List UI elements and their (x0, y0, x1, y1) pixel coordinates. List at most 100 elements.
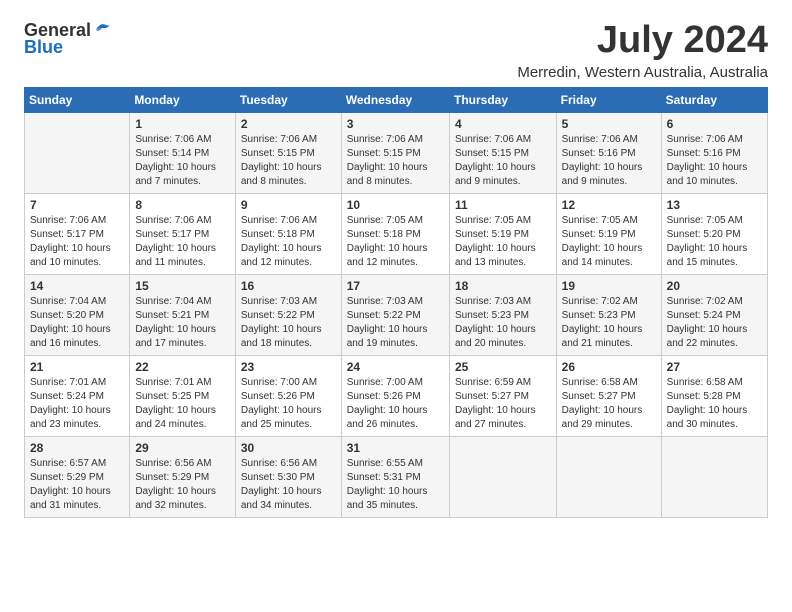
calendar-cell: 7 Sunrise: 7:06 AM Sunset: 5:17 PM Daylig… (25, 193, 130, 274)
day-number: 7 (30, 198, 124, 212)
day-number: 11 (455, 198, 551, 212)
calendar-cell: 1 Sunrise: 7:06 AM Sunset: 5:14 PM Daylig… (130, 112, 236, 193)
day-number: 9 (241, 198, 336, 212)
calendar-cell: 27 Sunrise: 6:58 AM Sunset: 5:28 PM Dayli… (661, 355, 767, 436)
calendar-cell: 4Sunrise: 7:06 AM Sunset: 5:15 PM Daylig… (449, 112, 556, 193)
calendar-cell: 25Sunrise: 6:59 AM Sunset: 5:27 PM Dayli… (449, 355, 556, 436)
day-info: Sunrise: 6:56 AM Sunset: 5:30 PM Dayligh… (241, 457, 336, 513)
day-info: Sunrise: 6:58 AM Sunset: 5:28 PM Dayligh… (667, 376, 762, 432)
calendar-cell: 9 Sunrise: 7:06 AM Sunset: 5:18 PM Daylig… (235, 193, 341, 274)
day-info: Sunrise: 7:03 AM Sunset: 5:22 PM Dayligh… (241, 295, 336, 351)
logo-bird-icon (92, 20, 114, 38)
calendar-cell (556, 436, 661, 517)
calendar-cell: 21Sunrise: 7:01 AM Sunset: 5:24 PM Dayli… (25, 355, 130, 436)
day-info: Sunrise: 6:56 AM Sunset: 5:29 PM Dayligh… (135, 457, 230, 513)
calendar-cell (449, 436, 556, 517)
day-number: 12 (562, 198, 656, 212)
day-info: Sunrise: 7:05 AM Sunset: 5:20 PM Dayligh… (667, 214, 762, 270)
calendar-cell: 29 Sunrise: 6:56 AM Sunset: 5:29 PM Dayli… (130, 436, 236, 517)
day-number: 20 (667, 279, 762, 293)
day-info: Sunrise: 7:06 AM Sunset: 5:17 PM Dayligh… (30, 214, 124, 270)
calendar-cell: 12 Sunrise: 7:05 AM Sunset: 5:19 PM Dayli… (556, 193, 661, 274)
day-number: 22 (135, 360, 230, 374)
day-number: 26 (562, 360, 656, 374)
col-header-thursday: Thursday (449, 87, 556, 112)
col-header-saturday: Saturday (661, 87, 767, 112)
day-number: 18 (455, 279, 551, 293)
day-info: Sunrise: 7:04 AM Sunset: 5:21 PM Dayligh… (135, 295, 230, 351)
calendar-cell (661, 436, 767, 517)
day-number: 19 (562, 279, 656, 293)
day-info: Sunrise: 7:05 AM Sunset: 5:19 PM Dayligh… (455, 214, 551, 270)
week-row-2: 7 Sunrise: 7:06 AM Sunset: 5:17 PM Daylig… (25, 193, 768, 274)
col-header-sunday: Sunday (25, 87, 130, 112)
week-row-1: 1 Sunrise: 7:06 AM Sunset: 5:14 PM Daylig… (25, 112, 768, 193)
day-number: 27 (667, 360, 762, 374)
day-info: Sunrise: 6:58 AM Sunset: 5:27 PM Dayligh… (562, 376, 656, 432)
day-info: Sunrise: 7:06 AM Sunset: 5:17 PM Dayligh… (135, 214, 230, 270)
calendar-cell: 24Sunrise: 7:00 AM Sunset: 5:26 PM Dayli… (341, 355, 449, 436)
calendar-header-row: SundayMondayTuesdayWednesdayThursdayFrid… (25, 87, 768, 112)
day-info: Sunrise: 6:59 AM Sunset: 5:27 PM Dayligh… (455, 376, 551, 432)
day-info: Sunrise: 7:00 AM Sunset: 5:26 PM Dayligh… (241, 376, 336, 432)
calendar-cell: 17 Sunrise: 7:03 AM Sunset: 5:22 PM Dayli… (341, 274, 449, 355)
calendar-cell: 3 Sunrise: 7:06 AM Sunset: 5:15 PM Daylig… (341, 112, 449, 193)
calendar-cell: 30 Sunrise: 6:56 AM Sunset: 5:30 PM Dayli… (235, 436, 341, 517)
calendar-cell: 15 Sunrise: 7:04 AM Sunset: 5:21 PM Dayli… (130, 274, 236, 355)
calendar-cell: 6 Sunrise: 7:06 AM Sunset: 5:16 PM Daylig… (661, 112, 767, 193)
day-info: Sunrise: 7:05 AM Sunset: 5:19 PM Dayligh… (562, 214, 656, 270)
month-title: July 2024 (517, 20, 768, 62)
day-number: 5 (562, 117, 656, 131)
day-number: 3 (347, 117, 444, 131)
calendar-cell: 10 Sunrise: 7:05 AM Sunset: 5:18 PM Dayli… (341, 193, 449, 274)
day-number: 2 (241, 117, 336, 131)
calendar-cell: 28 Sunrise: 6:57 AM Sunset: 5:29 PM Dayli… (25, 436, 130, 517)
calendar-cell: 11 Sunrise: 7:05 AM Sunset: 5:19 PM Dayli… (449, 193, 556, 274)
day-number: 17 (347, 279, 444, 293)
calendar-cell: 16 Sunrise: 7:03 AM Sunset: 5:22 PM Dayli… (235, 274, 341, 355)
day-number: 16 (241, 279, 336, 293)
page-header: General Blue July 2024 Merredin, Western… (24, 20, 768, 81)
calendar-cell: 2 Sunrise: 7:06 AM Sunset: 5:15 PM Daylig… (235, 112, 341, 193)
logo: General Blue (24, 20, 114, 58)
day-info: Sunrise: 7:00 AM Sunset: 5:26 PM Dayligh… (347, 376, 444, 432)
day-info: Sunrise: 7:06 AM Sunset: 5:15 PM Dayligh… (455, 133, 551, 189)
col-header-friday: Friday (556, 87, 661, 112)
calendar-cell (25, 112, 130, 193)
location-label: Merredin, Western Australia, Australia (517, 64, 768, 81)
calendar-cell: 5 Sunrise: 7:06 AM Sunset: 5:16 PM Daylig… (556, 112, 661, 193)
calendar-cell: 23 Sunrise: 7:00 AM Sunset: 5:26 PM Dayli… (235, 355, 341, 436)
day-info: Sunrise: 6:55 AM Sunset: 5:31 PM Dayligh… (347, 457, 444, 513)
calendar-cell: 22Sunrise: 7:01 AM Sunset: 5:25 PM Dayli… (130, 355, 236, 436)
day-number: 14 (30, 279, 124, 293)
day-number: 30 (241, 441, 336, 455)
day-number: 21 (30, 360, 124, 374)
calendar-cell: 13 Sunrise: 7:05 AM Sunset: 5:20 PM Dayli… (661, 193, 767, 274)
day-info: Sunrise: 7:03 AM Sunset: 5:22 PM Dayligh… (347, 295, 444, 351)
day-info: Sunrise: 7:06 AM Sunset: 5:18 PM Dayligh… (241, 214, 336, 270)
day-info: Sunrise: 6:57 AM Sunset: 5:29 PM Dayligh… (30, 457, 124, 513)
day-number: 31 (347, 441, 444, 455)
day-info: Sunrise: 7:03 AM Sunset: 5:23 PM Dayligh… (455, 295, 551, 351)
day-number: 10 (347, 198, 444, 212)
day-info: Sunrise: 7:02 AM Sunset: 5:24 PM Dayligh… (667, 295, 762, 351)
day-info: Sunrise: 7:05 AM Sunset: 5:18 PM Dayligh… (347, 214, 444, 270)
col-header-monday: Monday (130, 87, 236, 112)
day-info: Sunrise: 7:06 AM Sunset: 5:14 PM Dayligh… (135, 133, 230, 189)
day-info: Sunrise: 7:06 AM Sunset: 5:15 PM Dayligh… (241, 133, 336, 189)
day-info: Sunrise: 7:06 AM Sunset: 5:16 PM Dayligh… (562, 133, 656, 189)
day-number: 23 (241, 360, 336, 374)
week-row-4: 21Sunrise: 7:01 AM Sunset: 5:24 PM Dayli… (25, 355, 768, 436)
day-number: 15 (135, 279, 230, 293)
day-info: Sunrise: 7:06 AM Sunset: 5:16 PM Dayligh… (667, 133, 762, 189)
day-number: 28 (30, 441, 124, 455)
calendar-cell: 8 Sunrise: 7:06 AM Sunset: 5:17 PM Daylig… (130, 193, 236, 274)
col-header-wednesday: Wednesday (341, 87, 449, 112)
day-number: 29 (135, 441, 230, 455)
calendar-cell: 14Sunrise: 7:04 AM Sunset: 5:20 PM Dayli… (25, 274, 130, 355)
day-number: 13 (667, 198, 762, 212)
day-number: 1 (135, 117, 230, 131)
day-number: 8 (135, 198, 230, 212)
day-number: 6 (667, 117, 762, 131)
day-info: Sunrise: 7:06 AM Sunset: 5:15 PM Dayligh… (347, 133, 444, 189)
